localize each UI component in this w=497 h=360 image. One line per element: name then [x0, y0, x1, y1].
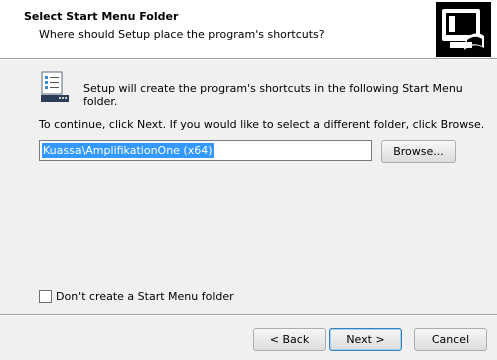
no-start-menu-folder-label: Don't create a Start Menu folder [56, 289, 234, 303]
page-title: Select Start Menu Folder [24, 10, 179, 23]
intro-text: Setup will create the program's shortcut… [83, 82, 463, 108]
page-subtitle: Where should Setup place the program's s… [39, 28, 325, 41]
header-divider [0, 58, 497, 60]
folder-input-value: Kuassa\AmplifikationOne (x64) [42, 143, 214, 158]
computer-setup-icon [436, 2, 491, 57]
back-button[interactable]: < Back [253, 328, 326, 351]
cancel-button[interactable]: Cancel [414, 328, 487, 351]
footer-divider [0, 314, 497, 316]
no-start-menu-folder-option[interactable]: Don't create a Start Menu folder [39, 288, 234, 304]
no-start-menu-folder-checkbox[interactable] [39, 289, 52, 303]
instruction-text: To continue, click Next. If you would li… [39, 118, 485, 131]
wizard-header: Select Start Menu Folder Where should Se… [0, 0, 497, 58]
browse-button[interactable]: Browse... [381, 140, 456, 163]
start-menu-folder-icon [39, 71, 71, 103]
next-button[interactable]: Next > [329, 328, 402, 351]
start-menu-folder-input[interactable]: Kuassa\AmplifikationOne (x64) [39, 140, 372, 161]
